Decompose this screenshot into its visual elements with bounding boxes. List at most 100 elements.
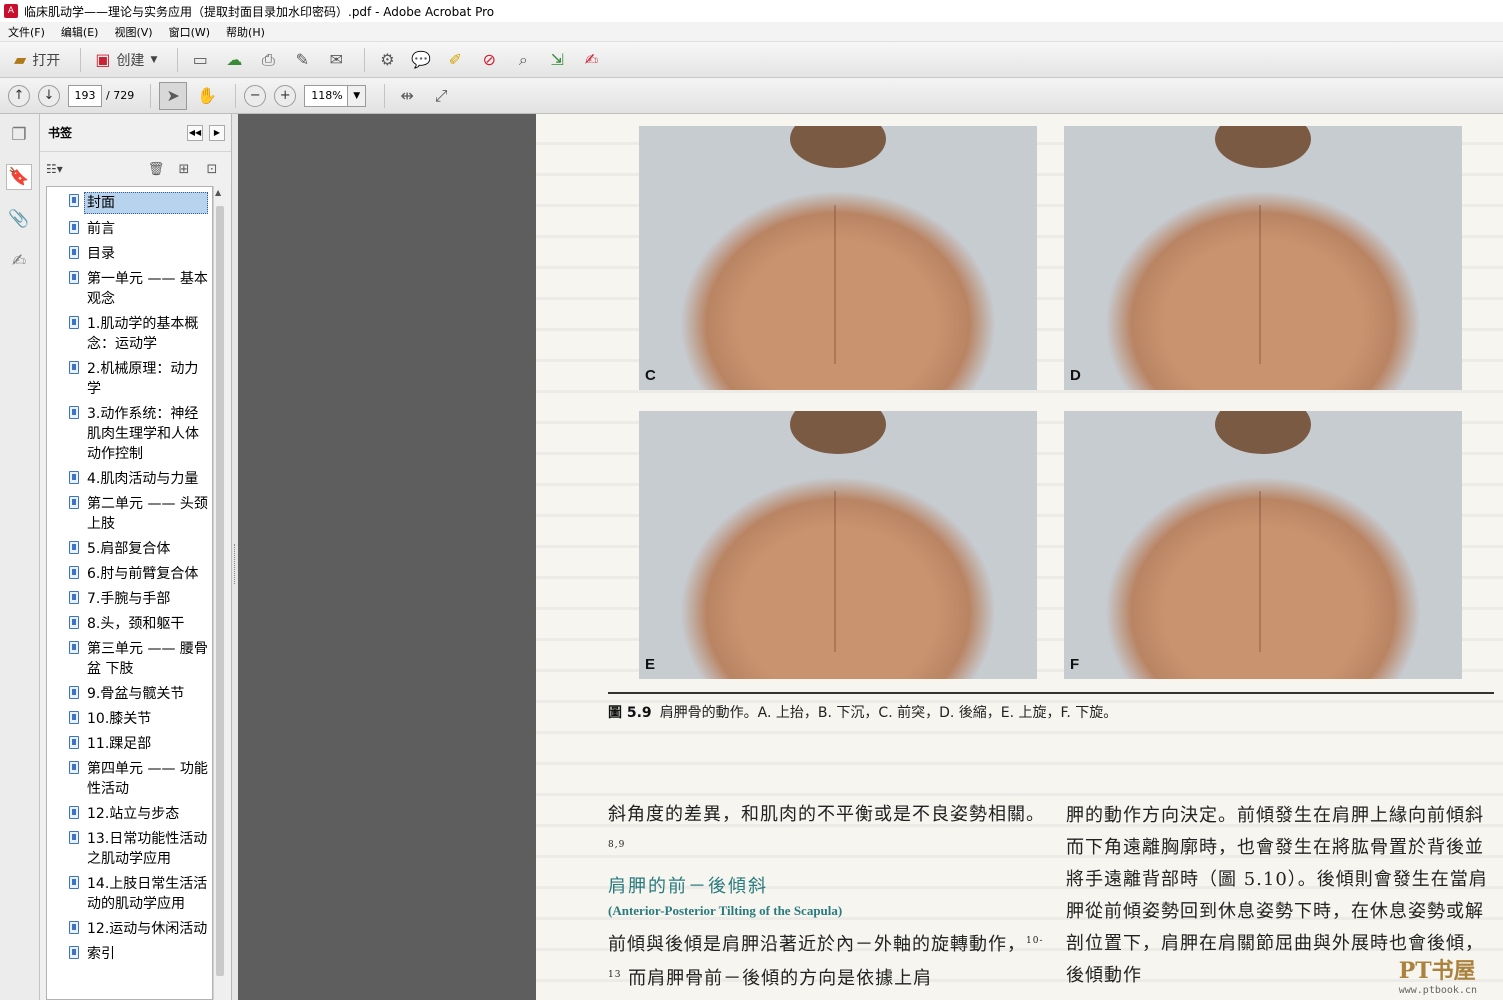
bookmark-item[interactable]: 索引 — [47, 944, 212, 964]
separator — [384, 83, 386, 108]
bookmark-item[interactable]: 4.肌肉活动与力量 — [47, 469, 212, 489]
fit-page-button[interactable]: ⤢ — [427, 82, 455, 110]
bookmark-item[interactable]: 前言 — [47, 219, 212, 239]
remove-button[interactable]: ⊘ — [475, 46, 503, 74]
pdf-page: C D E F 圖 5.9 肩胛骨的動作。A. 上抬，B. 下沉，C. 前突，D.… — [536, 114, 1503, 1000]
bookmark-label: 6.肘与前臂复合体 — [87, 566, 199, 582]
section-heading: 肩胛的前－後傾斜 — [608, 876, 768, 897]
scroll-thumb[interactable] — [216, 206, 224, 976]
fit-page-icon: ⤢ — [434, 85, 448, 105]
menu-window[interactable]: 窗口(W) — [161, 24, 218, 40]
arrow-up-icon: ↑ — [13, 88, 25, 103]
bookmark-icon — [69, 761, 79, 774]
bookmark-item[interactable]: 9.骨盆与髋关节 — [47, 684, 212, 704]
photo-label: D — [1070, 367, 1081, 384]
bookmarks-button[interactable]: 🔖 — [6, 164, 32, 190]
bookmark-item[interactable]: 第二单元 —— 头颈上肢 — [47, 494, 212, 534]
separator — [364, 47, 366, 72]
zoom-in-button[interactable]: + — [274, 84, 297, 107]
bookmark-scrollbar[interactable]: ▲ — [213, 186, 226, 1000]
search-doc-button[interactable]: ⌕ — [509, 46, 537, 74]
page-thumbnails-button[interactable]: ❐ — [6, 122, 32, 148]
create-pdf-icon: ▣ — [95, 50, 111, 69]
settings-button[interactable]: ⚙ — [373, 46, 401, 74]
email-button[interactable]: ✉ — [322, 46, 350, 74]
bookmark-item[interactable]: 3.动作系统：神经肌肉生理学和人体动作控制 — [47, 404, 212, 464]
figure-caption: 圖 5.9 肩胛骨的動作。A. 上抬，B. 下沉，C. 前突，D. 後縮，E. 上… — [608, 702, 1117, 722]
menu-view[interactable]: 视图(V) — [106, 24, 160, 40]
bookmark-item[interactable]: 12.运动与休闲活动 — [47, 919, 212, 939]
bookmark-item[interactable]: 1.肌动学的基本概念：运动学 — [47, 314, 212, 354]
bookmark-item[interactable]: 第一单元 —— 基本观念 — [47, 269, 212, 309]
signatures-button[interactable]: ✍ — [6, 248, 32, 274]
bookmark-icon — [69, 641, 79, 654]
paperclip-icon: 📎 — [8, 209, 30, 229]
bookmark-item[interactable]: 14.上肢日常生活活动的肌动学应用 — [47, 874, 212, 914]
create-button[interactable]: ▣ 创建 ▼ — [89, 46, 163, 74]
bookmark-item[interactable]: 目录 — [47, 244, 212, 264]
page-number-input[interactable]: 193 — [68, 84, 102, 107]
expand-bookmark-button[interactable]: ⊡ — [203, 160, 221, 178]
next-page-button[interactable]: ↓ — [38, 84, 60, 107]
attachments-button[interactable]: 📎 — [6, 206, 32, 232]
zoom-out-button[interactable]: − — [244, 84, 267, 107]
bookmark-label: 第一单元 —— 基本观念 — [87, 271, 208, 307]
previous-page-button[interactable]: ↑ — [8, 84, 30, 107]
collapse-panel-button[interactable]: ◀◀ — [187, 124, 203, 141]
acrobat-icon: A — [4, 4, 18, 18]
print-button[interactable]: ⎙ — [254, 46, 282, 74]
bookmark-label: 1.肌动学的基本概念：运动学 — [87, 316, 199, 352]
fit-width-button[interactable]: ⇹ — [393, 82, 421, 110]
open-label: 打开 — [32, 52, 61, 69]
photo-f: F — [1064, 411, 1462, 679]
bookmark-item[interactable]: 12.站立与步态 — [47, 804, 212, 824]
bookmark-item[interactable]: 5.肩部复合体 — [47, 539, 212, 559]
bookmark-label: 第四单元 —— 功能性活动 — [87, 761, 208, 797]
photo-label: C — [645, 367, 656, 384]
bookmark-item[interactable]: 6.肘与前臂复合体 — [47, 564, 212, 584]
new-bookmark-button[interactable]: ⊞ — [175, 160, 193, 178]
highlighter-icon: ✐ — [448, 50, 463, 69]
comment-button[interactable]: 💬 — [407, 46, 435, 74]
edit-button[interactable]: ✎ — [288, 46, 316, 74]
bookmark-item[interactable]: 13.日常功能性活动之肌动学应用 — [47, 829, 212, 869]
menu-file[interactable]: 文件(F) — [0, 24, 53, 40]
bookmark-item[interactable]: 封面 — [47, 192, 212, 214]
bookmark-item[interactable]: 10.膝关节 — [47, 709, 212, 729]
delete-bookmark-button[interactable]: 🗑 — [147, 160, 165, 178]
hand-icon: ✋ — [197, 86, 218, 105]
expand-panel-button[interactable]: ▶ — [209, 124, 225, 141]
bookmark-item[interactable]: 2.机械原理：动力学 — [47, 359, 212, 399]
save-button[interactable]: ▭ — [186, 46, 214, 74]
bookmark-item[interactable]: 第四单元 —— 功能性活动 — [47, 759, 212, 799]
bookmark-label: 13.日常功能性活动之肌动学应用 — [87, 831, 208, 867]
bookmark-item[interactable]: 第三单元 —— 腰骨盆 下肢 — [47, 639, 212, 679]
zoom-input[interactable]: 118% — [304, 84, 349, 107]
bookmark-item[interactable]: 11.踝足部 — [47, 734, 212, 754]
bookmark-icon — [69, 496, 79, 509]
bookmark-icon — [69, 686, 79, 699]
sign-button[interactable]: ✍ — [577, 46, 605, 74]
bookmark-label: 前言 — [87, 221, 115, 237]
menu-edit[interactable]: 编辑(E) — [53, 24, 107, 40]
menu-help[interactable]: 帮助(H) — [218, 24, 273, 40]
navigation-pane-rail: ❐ 🔖 📎 ✍ — [0, 114, 40, 1000]
options-menu-button[interactable]: ☷▾ — [46, 162, 63, 176]
bookmark-item[interactable]: 7.手腕与手部 — [47, 589, 212, 609]
upload-button[interactable]: ☁ — [220, 46, 248, 74]
separator — [177, 47, 179, 72]
photo-c: C — [639, 126, 1037, 390]
open-button[interactable]: ▰ 打开 — [8, 46, 66, 74]
bookmark-item[interactable]: 8.头，颈和躯干 — [47, 614, 212, 634]
zoom-dropdown[interactable]: ▼ — [348, 84, 367, 107]
bookmark-icon — [69, 541, 79, 554]
hand-tool-button[interactable]: ✋ — [193, 82, 221, 110]
highlight-button[interactable]: ✐ — [441, 46, 469, 74]
export-button[interactable]: ⇲ — [543, 46, 571, 74]
bookmark-icon — [69, 946, 79, 959]
chevron-down-icon: ▼ — [353, 90, 361, 101]
cursor-icon: ➤ — [166, 86, 180, 105]
speech-bubble-icon: 💬 — [411, 50, 432, 69]
bookmark-icon — [69, 194, 79, 207]
select-tool-button[interactable]: ➤ — [159, 81, 188, 110]
